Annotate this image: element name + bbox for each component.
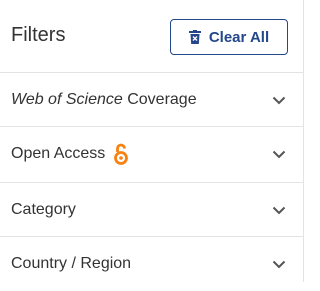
filter-web-of-science-coverage[interactable]: Web of Science Coverage — [0, 73, 303, 127]
filters-header: Filters Clear All — [0, 0, 303, 73]
clear-all-button[interactable]: Clear All — [170, 19, 288, 55]
open-access-icon — [113, 142, 129, 166]
filter-category[interactable]: Category — [0, 183, 303, 237]
filter-label: Category — [11, 201, 76, 218]
trash-icon — [188, 30, 201, 44]
filters-title: Filters — [11, 24, 66, 46]
filter-label-italic: Web of Science — [11, 91, 123, 108]
filters-panel: Filters Clear All Web of Science Coverag… — [0, 0, 304, 282]
filter-label: Open Access — [11, 127, 129, 181]
filter-label: Country / Region — [11, 255, 132, 272]
filter-label: Web of Science Coverage — [11, 73, 197, 127]
chevron-down-icon[interactable] — [272, 73, 286, 127]
chevron-down-icon[interactable] — [272, 237, 286, 291]
filter-label-rest: Coverage — [122, 91, 197, 108]
filter-open-access[interactable]: Open Access — [0, 127, 303, 183]
clear-all-label: Clear All — [208, 28, 270, 46]
filter-label-text: Open Access — [11, 145, 106, 162]
filter-country-region[interactable]: Country / Region — [0, 237, 303, 283]
chevron-down-icon[interactable] — [272, 127, 286, 181]
chevron-down-icon[interactable] — [272, 183, 286, 237]
